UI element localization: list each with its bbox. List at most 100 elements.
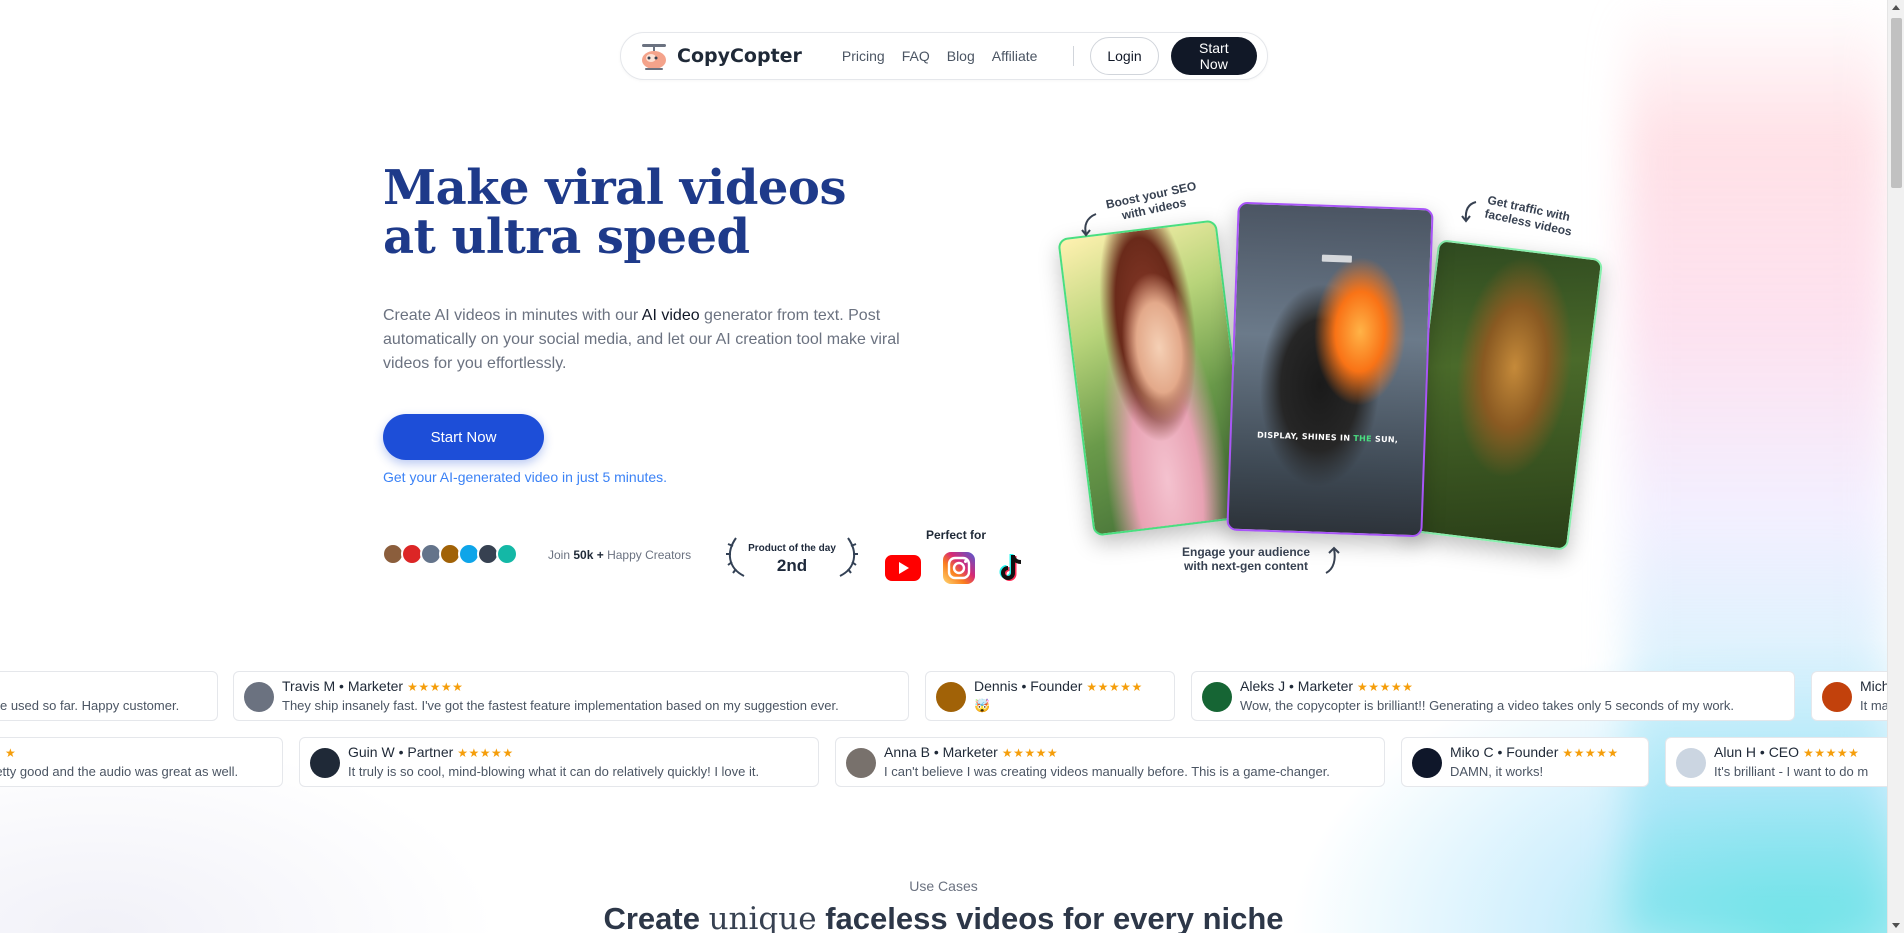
testimonial-head: Aleks J • Marketer ★★★★★ — [1240, 678, 1734, 694]
potd-label: Product of the day — [748, 543, 836, 554]
testimonial-card: Anna B • Marketer ★★★★★ I can't believe I… — [835, 737, 1385, 787]
testimonial-author: Miko C • Founder — [1450, 744, 1559, 760]
nav-link-faq[interactable]: FAQ — [902, 48, 930, 64]
page-scrollbar[interactable] — [1887, 0, 1904, 933]
annotation-traffic: Get traffic with faceless videos — [1483, 192, 1574, 239]
testimonial-text: 've used so far. Happy customer. — [0, 698, 180, 713]
caption-highlight: THE — [1353, 433, 1373, 444]
testimonial-card: 've used so far. Happy customer. — [0, 671, 218, 721]
testimonial-card: Guin W • Partner ★★★★★ It truly is so coo… — [299, 737, 819, 787]
youtube-icon — [885, 555, 921, 581]
testimonial-head: Travis M • Marketer ★★★★★ — [282, 678, 839, 694]
testimonial-head: Anna B • Marketer ★★★★★ — [884, 744, 1330, 760]
perfect-for-label: Perfect for — [926, 528, 987, 542]
testimonial-body: Mich It ma — [1860, 678, 1887, 713]
nav-start-now-button[interactable]: Start Now — [1170, 37, 1257, 75]
login-button[interactable]: Login — [1090, 37, 1159, 75]
join-post: Happy Creators — [603, 548, 692, 562]
testimonial-author: Anna B • Marketer — [884, 744, 998, 760]
scroll-thumb[interactable] — [1891, 18, 1902, 188]
navbar: CopyCopter Pricing FAQ Blog Affiliate Lo… — [620, 32, 1268, 80]
hero-subtitle: Create AI videos in minutes with our AI … — [383, 304, 923, 376]
join-creators-text: Join 50k + Happy Creators — [548, 548, 691, 562]
testimonial-text: It ma — [1860, 698, 1887, 713]
avatar — [936, 682, 966, 712]
video-caption: DISPLAY, SHINES IN THE SUN, — [1232, 430, 1424, 446]
video-watermark — [1321, 254, 1352, 263]
sample-video-girl-image — [1057, 219, 1253, 537]
testimonial-head: ★ — [0, 744, 238, 760]
annotation-seo: Boost your SEO with videos — [1104, 178, 1198, 223]
hero-title-line1: Make viral videos — [383, 160, 846, 216]
testimonial-body: Guin W • Partner ★★★★★ It truly is so coo… — [348, 744, 759, 779]
use-cases-title-pre: Create — [603, 901, 709, 933]
avatar — [1676, 748, 1706, 778]
testimonial-body: Aleks J • Marketer ★★★★★ Wow, the copycop… — [1240, 678, 1734, 713]
hero-note: Get your AI-generated video in just 5 mi… — [383, 469, 668, 485]
testimonial-head: Alun H • CEO ★★★★★ — [1714, 744, 1868, 760]
avatar — [244, 682, 274, 712]
tiktok-icon — [999, 554, 1022, 581]
curved-arrow-up-icon — [1325, 546, 1340, 574]
star-rating: ★★★★★ — [457, 746, 514, 760]
testimonial-text: They ship insanely fast. I've got the fa… — [282, 698, 839, 713]
nav-link-affiliate[interactable]: Affiliate — [992, 48, 1038, 64]
curved-arrow-down-icon — [1081, 213, 1097, 237]
testimonial-body: Miko C • Founder ★★★★★ DAMN, it works! — [1450, 744, 1619, 779]
star-rating: ★★★★★ — [1001, 746, 1059, 760]
testimonials-row-1: 've used so far. Happy customer. Travis … — [0, 671, 1887, 723]
avatar — [310, 748, 340, 778]
nav-link-pricing[interactable]: Pricing — [842, 48, 885, 64]
curved-arrow-down-icon — [1461, 201, 1477, 223]
scroll-up-arrow-icon[interactable] — [1892, 5, 1900, 10]
testimonial-card: Miko C • Founder ★★★★★ DAMN, it works! — [1401, 737, 1649, 787]
testimonial-author: Aleks J • Marketer — [1240, 678, 1354, 694]
annotation-engage-line2: with next-gen content — [1184, 559, 1309, 573]
background-glow-right — [1627, 0, 1887, 933]
testimonial-body: Alun H • CEO ★★★★★ It's brilliant - I wan… — [1714, 744, 1868, 779]
testimonial-text: 🤯 — [974, 698, 991, 713]
star-rating: ★★★★★ — [407, 680, 464, 694]
testimonial-head: Miko C • Founder ★★★★★ — [1450, 744, 1619, 760]
helicopter-logo-icon — [642, 44, 666, 70]
use-cases-title-post: faceless videos for every niche — [816, 901, 1284, 933]
nav-links: Pricing FAQ Blog Affiliate — [842, 48, 1038, 64]
star-rating: ★ — [5, 746, 17, 760]
creator-avatars — [382, 543, 518, 565]
avatar — [846, 748, 876, 778]
testimonial-author: Alun H • CEO — [1714, 744, 1800, 760]
caption-pre: DISPLAY, SHINES IN — [1256, 430, 1354, 443]
instagram-icon — [943, 552, 975, 584]
testimonial-body: Travis M • Marketer ★★★★★ They ship insan… — [282, 678, 839, 713]
testimonial-head — [0, 678, 179, 694]
join-pre: Join — [548, 548, 574, 562]
nav-link-blog[interactable]: Blog — [947, 48, 975, 64]
hero-subtitle-pre: Create AI videos in minutes with our — [383, 307, 642, 324]
sample-video-toucan-image: DISPLAY, SHINES IN THE SUN, — [1226, 201, 1434, 538]
testimonial-head: Dennis • Founder ★★★★★ — [974, 678, 1143, 694]
testimonial-text: DAMN, it works! — [1450, 764, 1544, 779]
sample-video-lion-image — [1402, 238, 1604, 552]
testimonial-text: It's brilliant - I want to do m — [1714, 764, 1869, 779]
testimonial-card: Alun H • CEO ★★★★★ It's brilliant - I wan… — [1665, 737, 1887, 787]
logo[interactable]: CopyCopter — [637, 41, 802, 71]
hero-subtitle-bold: AI video — [641, 307, 700, 324]
hero-title-line2: at ultra speed — [383, 209, 750, 265]
platform-icons — [885, 552, 1025, 584]
testimonial-head: Guin W • Partner ★★★★★ — [348, 744, 759, 760]
brand-name: CopyCopter — [677, 45, 802, 67]
testimonial-body: 've used so far. Happy customer. — [0, 678, 179, 713]
testimonial-author: Travis M • Marketer — [282, 678, 404, 694]
testimonial-text: I can't believe I was creating videos ma… — [884, 764, 1330, 779]
testimonial-head: Mich — [1860, 678, 1887, 694]
testimonial-text: Wow, the copycopter is brilliant!! Gener… — [1240, 698, 1734, 713]
scroll-down-arrow-icon[interactable] — [1892, 923, 1900, 928]
testimonial-body: ★ retty good and the audio was great as … — [0, 744, 238, 779]
potd-rank: 2nd — [776, 556, 808, 575]
hero-start-now-button[interactable]: Start Now — [383, 414, 544, 460]
annotation-engage: Engage your audience with next-gen conte… — [1182, 545, 1310, 573]
testimonial-body: Dennis • Founder ★★★★★ 🤯 — [974, 678, 1143, 714]
testimonial-author: Mich — [1860, 678, 1887, 694]
product-of-the-day-badge[interactable]: Product of the day 2nd — [722, 534, 862, 580]
avatar — [1202, 682, 1232, 712]
